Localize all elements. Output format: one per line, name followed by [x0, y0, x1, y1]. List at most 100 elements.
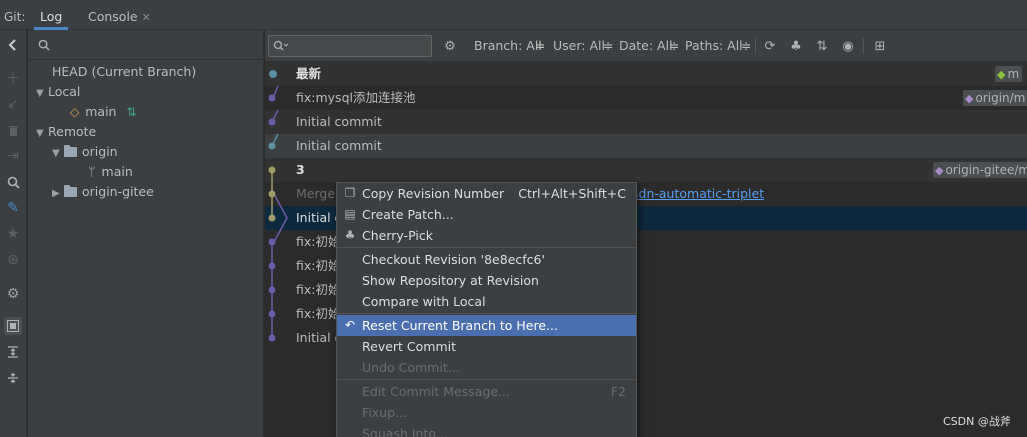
menu-show-repository[interactable]: Show Repository at Revision	[337, 270, 636, 291]
commit-node	[268, 142, 276, 150]
chevron-updown-icon: ≑	[535, 38, 546, 53]
delete-icon[interactable]	[4, 121, 22, 139]
compare-icon[interactable]: ⊛	[4, 251, 22, 269]
menu-item-label: Reset Current Branch to Here...	[362, 318, 558, 333]
menu-compare-local[interactable]: Compare with Local	[337, 291, 636, 312]
commit-node	[268, 190, 276, 198]
menu-squash[interactable]: Squash Into...	[337, 423, 636, 437]
commit-message: fix:mysql添加连接池	[296, 90, 416, 105]
tree-item-origin-gitee[interactable]: ▶ origin-gitee	[52, 182, 154, 202]
text-filter-input[interactable]	[268, 35, 432, 57]
commit-row[interactable]: Initial commit	[265, 134, 1027, 158]
chevron-left-icon[interactable]	[4, 36, 22, 54]
tab-console-label: Console	[88, 9, 138, 24]
tree-item-origin-main[interactable]: ᛘ main	[88, 162, 133, 182]
edit-icon[interactable]: ✎	[4, 199, 22, 217]
incoming-outgoing-icon: ⇅	[126, 105, 137, 119]
menu-undo-commit[interactable]: Undo Commit...	[337, 357, 636, 378]
local-main-label: main	[85, 104, 117, 119]
tree-item-remote[interactable]: ▼ Remote	[36, 122, 96, 142]
commit-message: Merge	[296, 186, 336, 201]
tree-item-local[interactable]: ▼ Local	[36, 82, 80, 102]
sort-icon[interactable]: ⇅	[813, 37, 831, 55]
commit-row[interactable]: fix:mysql添加连接池 ◆ origin/m	[265, 86, 1027, 110]
star-icon[interactable]: ★	[4, 225, 22, 243]
commit-message: 3	[296, 162, 305, 177]
ref-name: origin-gitee/m	[945, 163, 1027, 177]
tool-window-tabbar: Git: Log Console ✕	[0, 6, 1027, 30]
chevron-down-icon[interactable]: ▼	[36, 124, 48, 144]
tree-item-origin[interactable]: ▼ origin	[52, 142, 118, 162]
branch-label: ◆ origin/m	[963, 90, 1027, 106]
folder-icon	[64, 185, 77, 197]
close-icon[interactable]: ✕	[142, 11, 151, 24]
commit-message: fix:初始	[296, 282, 341, 297]
tab-log[interactable]: Log	[34, 6, 69, 30]
commit-message: fix:初始	[296, 306, 341, 321]
commit-message: Initial c	[296, 210, 342, 225]
commit-row[interactable]: Initial commit	[265, 110, 1027, 134]
search-icon	[273, 40, 289, 51]
menu-cherry-pick[interactable]: ♣ Cherry-Pick	[337, 225, 636, 246]
menu-copy-revision[interactable]: ❐ Copy Revision Number Ctrl+Alt+Shift+C	[337, 183, 636, 204]
commit-row[interactable]: 最新 ◆ m	[265, 62, 1027, 86]
settings-icon[interactable]: ⚙	[4, 285, 22, 303]
menu-shortcut: Ctrl+Alt+Shift+C	[518, 186, 626, 201]
date-filter-dropdown[interactable]: Date: All	[619, 38, 673, 53]
commit-message: fix:初始	[296, 234, 341, 249]
branch-icon: ᛘ	[88, 164, 96, 179]
commit-link[interactable]: sdn-automatic-triplet	[632, 182, 764, 206]
menu-revert-commit[interactable]: Revert Commit	[337, 336, 636, 357]
ref-name: m	[1007, 67, 1020, 81]
undo-icon: ↶	[344, 318, 356, 332]
remote-label: Remote	[48, 124, 97, 139]
chevron-down-icon[interactable]: ▼	[36, 84, 48, 104]
collapse-all-icon[interactable]	[4, 369, 22, 387]
branch-label: ◆ origin-gitee/m	[933, 162, 1027, 178]
branch-filter-dropdown[interactable]: Branch: All	[474, 38, 542, 53]
tab-console[interactable]: Console ✕	[82, 6, 157, 30]
merge-icon[interactable]: ⇥	[4, 147, 22, 165]
search-icon[interactable]	[4, 173, 22, 191]
menu-reset-branch[interactable]: ↶ Reset Current Branch to Here...	[337, 315, 636, 336]
head-label: HEAD (Current Branch)	[52, 64, 197, 79]
commit-row[interactable]: 3 ◆ origin-gitee/m	[265, 158, 1027, 182]
menu-checkout-revision[interactable]: Checkout Revision '8e8ecfc6'	[337, 249, 636, 270]
user-filter-dropdown[interactable]: User: All	[553, 38, 605, 53]
origin-main-label: main	[101, 164, 133, 179]
layout-icon[interactable]	[4, 317, 22, 335]
cherry-pick-icon[interactable]: ♣	[787, 37, 805, 55]
copy-icon: ❐	[344, 186, 356, 200]
menu-fixup[interactable]: Fixup...	[337, 402, 636, 423]
menu-edit-message[interactable]: Edit Commit Message... F2	[337, 381, 636, 402]
tree-item-local-main[interactable]: ◇ main ⇅	[70, 102, 137, 122]
commit-message: Initial commit	[296, 138, 382, 153]
menu-item-label: Cherry-Pick	[362, 228, 433, 243]
add-icon[interactable]: ＋	[4, 69, 22, 87]
expand-all-icon[interactable]	[4, 343, 22, 361]
tree-item-head[interactable]: HEAD (Current Branch)	[52, 62, 196, 82]
refresh-icon[interactable]: ⟳	[761, 37, 779, 55]
update-icon[interactable]: ↙	[4, 95, 22, 113]
branches-panel: HEAD (Current Branch) ▼ Local ◇ main ⇅ ▼ Re…	[28, 30, 264, 437]
toolbar-separator	[863, 38, 864, 54]
commit-node	[268, 310, 276, 318]
eye-icon[interactable]: ◉	[839, 37, 857, 55]
menu-shortcut: F2	[610, 384, 626, 399]
new-tab-icon[interactable]: ⊞	[871, 37, 889, 55]
menu-item-label: Compare with Local	[362, 294, 486, 309]
menu-separator	[337, 379, 636, 380]
local-label: Local	[48, 84, 81, 99]
search-icon	[38, 39, 50, 51]
settings-icon[interactable]: ⚙	[441, 37, 459, 55]
chevron-right-icon[interactable]: ▶	[52, 184, 64, 204]
paths-filter-dropdown[interactable]: Paths: All	[685, 38, 743, 53]
toolbar-separator	[755, 38, 756, 54]
chevron-down-icon[interactable]: ▼	[52, 144, 64, 164]
commit-node	[268, 118, 276, 126]
branch-search-field[interactable]	[28, 30, 264, 60]
menu-create-patch[interactable]: ▤ Create Patch...	[337, 204, 636, 225]
watermark: CSDN @战斧	[943, 415, 1011, 428]
patch-icon: ▤	[344, 207, 356, 221]
menu-item-label: Squash Into...	[362, 426, 448, 437]
